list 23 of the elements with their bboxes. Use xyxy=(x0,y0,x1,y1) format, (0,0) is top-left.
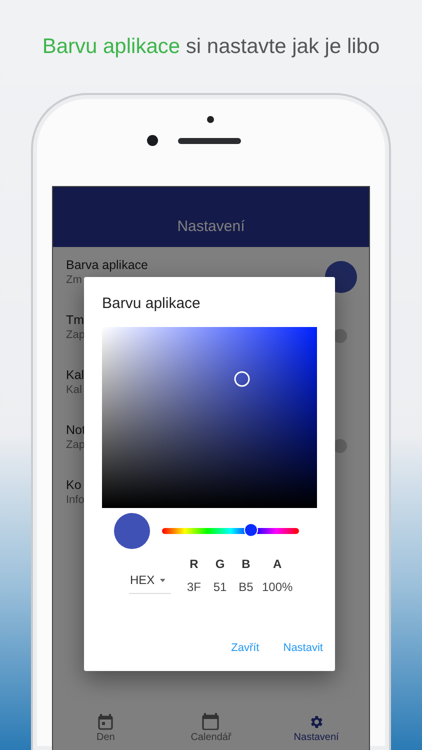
channel-value[interactable]: 51 xyxy=(213,580,227,594)
channel-label: B xyxy=(242,557,250,571)
setting-subtitle: Zap xyxy=(66,439,86,451)
channel-value[interactable]: 3F xyxy=(186,580,201,594)
nav-tab[interactable]: Nastavení xyxy=(271,714,362,742)
setting-subtitle: Info xyxy=(66,494,84,506)
format-dropdown[interactable]: HEX xyxy=(129,573,171,594)
dialog-title: Barvu aplikace xyxy=(102,295,202,312)
setting-title: Barva aplikace xyxy=(66,258,148,272)
setting-subtitle: Zm xyxy=(66,274,83,286)
setting-title: Not xyxy=(66,423,86,437)
channel-label: A xyxy=(273,557,282,571)
setting-subtitle: Zap xyxy=(66,329,85,341)
channel-label: R xyxy=(190,557,198,571)
app-bar-title: Nastavení xyxy=(177,218,245,235)
channel-value[interactable]: B5 xyxy=(238,580,254,594)
channel-value[interactable]: 100% xyxy=(262,580,293,594)
setting-subtitle: Kal xyxy=(66,384,83,396)
channel-label: G xyxy=(215,557,225,571)
setting-title: Ko xyxy=(66,478,82,492)
setting-title: Kal xyxy=(66,368,84,382)
setting-title: Tm xyxy=(66,313,85,327)
headline: Barvu aplikace si nastavte jak je libo xyxy=(42,35,380,59)
